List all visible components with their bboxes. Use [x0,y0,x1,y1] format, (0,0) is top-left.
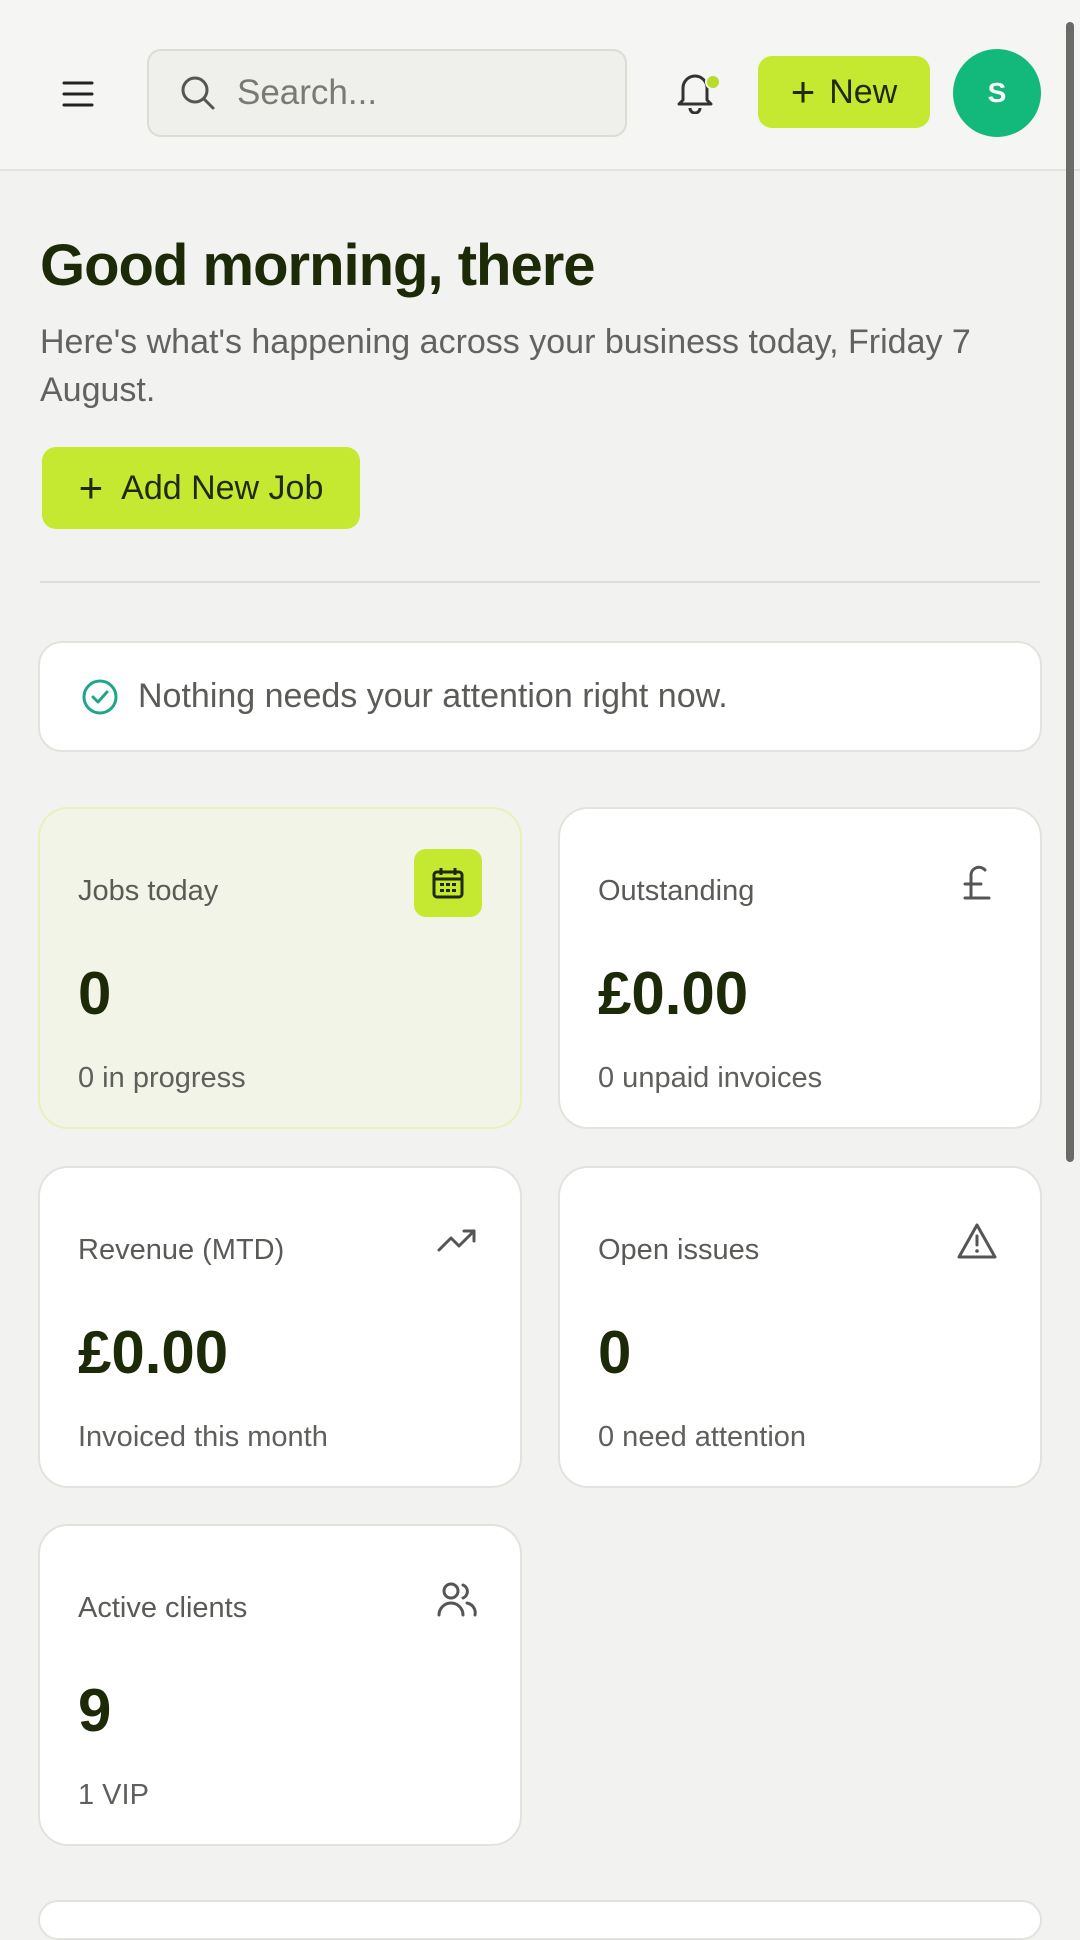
outstanding-card[interactable]: Outstanding £0.00 0 unpaid invoices [558,807,1042,1129]
plus-icon: + [790,68,816,115]
page-subtitle: Here's what's happening across your busi… [40,323,971,409]
avatar[interactable]: S [953,49,1041,137]
next-card [38,1900,1042,1940]
search-input[interactable] [237,73,617,113]
search-box [147,49,627,137]
active-clients-card[interactable]: Active clients 9 1 VIP [38,1524,522,1846]
warning-icon [954,1218,1000,1264]
card-subtext: 0 unpaid invoices [598,1062,823,1094]
card-value: £0.00 [598,960,749,1027]
calendar-icon [414,849,482,917]
new-button-label: New [829,72,898,111]
card-label: Revenue (MTD) [78,1234,285,1266]
pound-icon [954,859,1000,905]
card-value: 0 [598,1319,632,1386]
new-button[interactable]: + New [758,56,930,128]
notifications-button[interactable] [675,68,721,118]
plus-icon: + [78,464,104,511]
jobs-today-card[interactable]: Jobs today 0 0 in progress [38,807,522,1129]
card-label: Outstanding [598,875,755,907]
card-value: £0.00 [78,1319,229,1386]
revenue-card[interactable]: Revenue (MTD) £0.00 Invoiced this month [38,1166,522,1488]
search-icon [179,73,219,113]
open-issues-card[interactable]: Open issues 0 0 need attention [558,1166,1042,1488]
card-subtext: Invoiced this month [78,1421,328,1453]
users-icon [434,1576,480,1622]
card-subtext: 1 VIP [78,1779,149,1811]
card-subtext: 0 need attention [598,1421,807,1453]
card-value: 0 [78,960,112,1027]
card-value: 9 [78,1677,112,1744]
card-subtext: 0 in progress [78,1062,246,1094]
add-new-job-button[interactable]: + Add New Job [42,447,360,529]
notice-text: Nothing needs your attention right now. [138,677,728,715]
menu-icon[interactable] [56,72,100,116]
trending-up-icon [434,1218,480,1264]
card-label: Active clients [78,1592,248,1624]
notification-dot [705,74,721,90]
check-circle-icon [82,679,118,714]
scrollbar[interactable] [1066,22,1074,1162]
card-label: Open issues [598,1234,760,1266]
divider [40,581,1040,583]
add-new-job-label: Add New Job [121,468,324,507]
page-title: Good morning, there [40,233,596,298]
card-label: Jobs today [78,875,219,907]
top-bar: + New S [0,0,1080,171]
attention-notice: Nothing needs your attention right now. [38,641,1042,752]
